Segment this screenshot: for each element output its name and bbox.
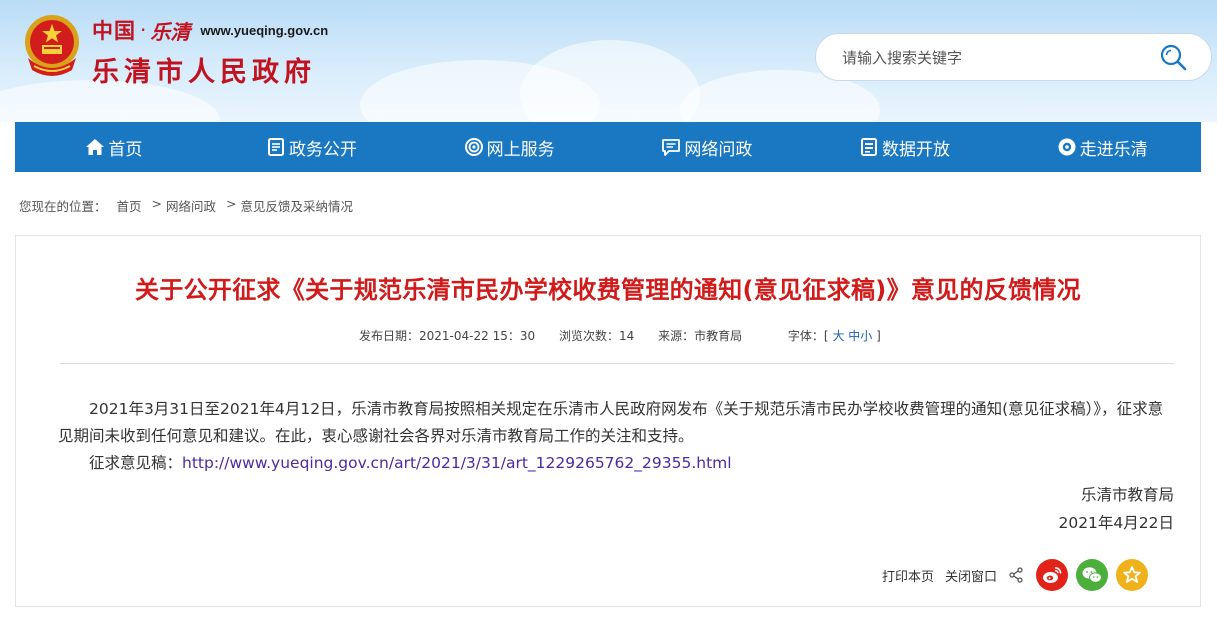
wechat-share-button[interactable]	[1076, 559, 1109, 591]
nav-item-gov-info[interactable]: 政务公开	[213, 122, 411, 172]
nav-item-label: 数据开放	[882, 139, 951, 160]
source-value: 市教育局	[694, 329, 743, 343]
article-tools: 打印本页 关闭窗口	[882, 558, 1156, 592]
home-icon	[86, 139, 105, 155]
nav-item-label: 走进乐清	[1079, 139, 1148, 160]
views-value: 14	[618, 329, 635, 343]
brand-yueqing: 乐清	[150, 19, 191, 44]
publish-date: 发布日期：2021-04-22 15：30	[359, 329, 535, 343]
search-input[interactable]	[840, 44, 1144, 72]
breadcrumb: 您现在的位置： 首页 > 网络问政 > 意见反馈及采纳情况	[19, 196, 353, 215]
font-size-large[interactable]: 大	[832, 329, 844, 343]
breadcrumb-prefix: 您现在的位置：	[19, 199, 107, 214]
national-emblem-icon[interactable]	[20, 12, 84, 80]
article-panel: 关于公开征求《关于规范乐清市民办学校收费管理的通知(意见征求稿)》意见的反馈情况…	[15, 235, 1201, 607]
data-icon	[861, 138, 878, 156]
font-size-switcher: 字体：[ 大 中小 ]	[788, 329, 881, 343]
search-icon[interactable]	[1159, 43, 1189, 73]
close-window-button[interactable]: 关闭窗口	[945, 566, 997, 585]
brand-china: 中国	[92, 18, 136, 43]
draft-link-line: 征求意见稿：http://www.yueqing.gov.cn/art/2021…	[58, 450, 1176, 477]
nav-item-open-data[interactable]: 数据开放	[806, 122, 1004, 172]
nav-item-about-yueqing[interactable]: 走进乐清	[1003, 122, 1201, 172]
search-box	[815, 33, 1212, 81]
draft-link[interactable]: http://www.yueqing.gov.cn/art/2021/3/31/…	[182, 454, 732, 472]
signature-date: 2021年4月22日	[1058, 514, 1174, 532]
favorite-star-icon	[1123, 566, 1141, 583]
font-size-medium[interactable]: 中	[848, 329, 860, 343]
article-source: 来源：市教育局	[658, 329, 742, 343]
wechat-icon	[1082, 567, 1103, 583]
eye-icon	[1058, 138, 1076, 156]
nav-item-label: 政务公开	[289, 139, 357, 160]
site-name[interactable]: 乐清市人民政府	[92, 50, 316, 89]
weibo-icon	[1043, 567, 1062, 583]
nav-item-online-inquiry[interactable]: 网络问政	[608, 122, 806, 172]
favorite-button[interactable]	[1116, 559, 1149, 591]
view-count: 浏览次数：14	[559, 329, 634, 343]
chat-icon	[662, 139, 681, 156]
breadcrumb-separator: >	[226, 196, 237, 211]
publish-value: 2021-04-22 15：30	[419, 329, 536, 343]
weibo-share-button[interactable]	[1036, 559, 1069, 591]
nav-item-home[interactable]: 首页	[15, 122, 213, 172]
brand-url: www.yueqing.gov.cn	[200, 22, 329, 38]
signature-org: 乐清市教育局	[1080, 486, 1174, 504]
font-size-small[interactable]: 小	[860, 329, 872, 343]
views-label: 浏览次数：	[558, 329, 619, 343]
breadcrumb-home[interactable]: 首页	[117, 196, 142, 215]
breadcrumb-separator: >	[151, 196, 163, 211]
site-header: 中国 · 乐清 www.yueqing.gov.cn 乐清市人民政府	[0, 0, 1217, 122]
nav-item-label: 首页	[108, 139, 143, 160]
article-title: 关于公开征求《关于规范乐清市民办学校收费管理的通知(意见征求稿)》意见的反馈情况	[135, 276, 1081, 304]
cloud-decoration	[520, 40, 700, 122]
breadcrumb-feedback[interactable]: 意见反馈及采纳情况	[241, 196, 354, 215]
font-size-end: ]	[876, 329, 881, 343]
article-meta: 发布日期：2021-04-22 15：30 浏览次数：14 来源：市教育局 字体…	[359, 327, 881, 344]
brand-line: 中国 · 乐清 www.yueqing.gov.cn	[92, 14, 328, 46]
nav-item-label: 网上服务	[486, 139, 555, 160]
meta-divider	[60, 363, 1174, 364]
article-body: 2021年3月31日至2021年4月12日，乐清市教育局按照相关规定在乐清市人民…	[58, 396, 1176, 537]
share-icon[interactable]	[1008, 567, 1024, 583]
article-paragraph: 2021年3月31日至2021年4月12日，乐清市教育局按照相关规定在乐清市人民…	[58, 400, 1164, 445]
print-button[interactable]: 打印本页	[882, 566, 934, 585]
source-label: 来源：	[658, 329, 695, 343]
draft-link-label: 征求意见稿：	[89, 454, 183, 472]
publish-label: 发布日期：	[359, 329, 420, 343]
breadcrumb-online-inquiry[interactable]: 网络问政	[166, 196, 216, 215]
nav-item-online-service[interactable]: 网上服务	[410, 122, 608, 172]
nav-item-label: 网络问政	[684, 139, 753, 160]
font-size-label: 字体：[	[787, 329, 829, 343]
brand-dot: ·	[140, 18, 147, 42]
main-nav: 首页 政务公开 网上服务 网络问政 数据开放 走进乐清	[15, 122, 1201, 172]
document-icon	[268, 138, 284, 156]
service-icon	[464, 138, 483, 156]
